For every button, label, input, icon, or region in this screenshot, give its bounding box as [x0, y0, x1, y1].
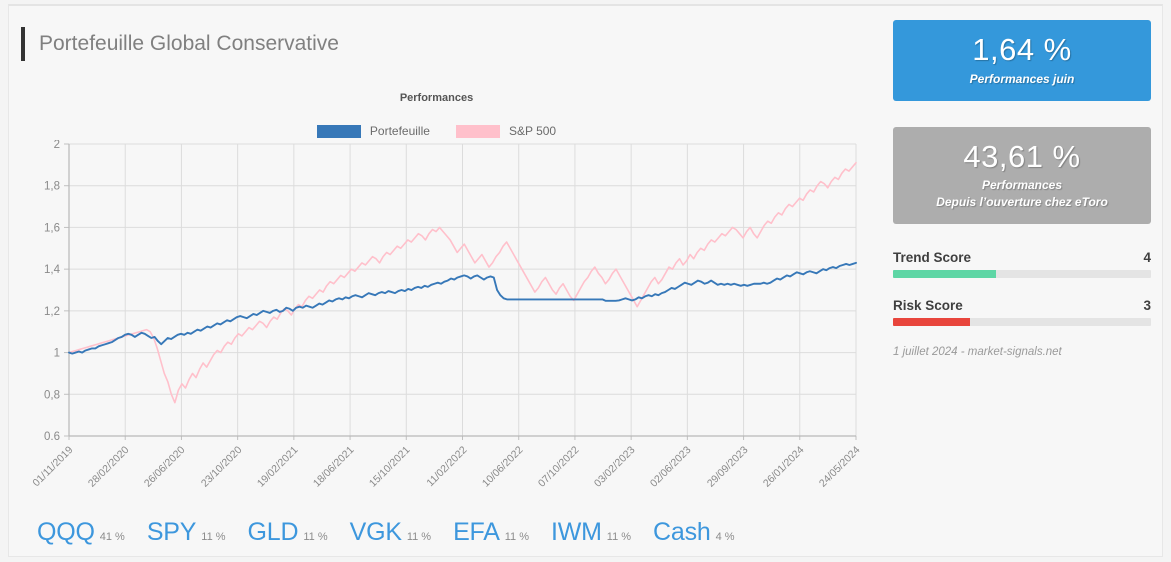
x-axis-label: 26/01/2024: [760, 444, 807, 490]
score-fill: [893, 317, 971, 326]
legend-swatch-portefeuille: [316, 124, 361, 138]
chart-x-axis-labels: 01/11/2019 28/02/2020 26/06/2020 23/10/2020…: [9, 440, 877, 530]
holding-ticker: SPY: [146, 518, 197, 546]
holding-item[interactable]: QQQ 41 %: [37, 518, 125, 547]
holding-weight: 11 %: [303, 531, 328, 543]
x-axis-label: 07/10/2022: [535, 444, 582, 490]
kpi-value: 1,64 %: [972, 32, 1072, 67]
holding-weight: 41 %: [99, 531, 125, 543]
y-axis-label: 1,6: [44, 222, 60, 234]
x-axis-label: 02/06/2023: [648, 444, 694, 490]
holding-weight: 11 %: [606, 531, 632, 543]
holding-weight: 4 %: [715, 531, 735, 543]
x-axis-label: 24/05/2024: [816, 444, 863, 490]
kpi-cards: 1,64 % Performances juin 43,61 % Performanc…: [893, 20, 1155, 224]
x-axis-label: 29/09/2023: [704, 444, 751, 490]
x-axis-label: 03/02/2023: [591, 444, 638, 490]
kpi-subtitle-line1: Performances: [981, 178, 1063, 193]
x-axis-label: 19/02/2021: [254, 444, 301, 490]
header: Portefeuille Global Conservative: [21, 22, 339, 66]
x-axis-label: 18/06/2021: [310, 444, 357, 490]
holding-ticker: Cash: [653, 518, 711, 546]
holding-weight: 11 %: [406, 531, 432, 543]
holding-ticker: VGK: [349, 518, 402, 546]
chart-legend: Portefeuille S&P 500: [9, 124, 864, 138]
dashboard-card: Portefeuille Global Conservative Perform…: [8, 4, 1163, 557]
score-track: [893, 317, 1151, 326]
x-axis-label: 10/06/2022: [479, 444, 526, 490]
score-value: 4: [1143, 249, 1151, 265]
y-axis-label: 1,4: [44, 264, 61, 276]
score-label: Risk Score: [893, 297, 963, 313]
kpi-subtitle: Performances juin: [899, 71, 1145, 87]
score-header: Trend Score 4: [893, 250, 1151, 265]
holding-item[interactable]: GLD 11 %: [248, 518, 328, 547]
chart-svg: 0,6 0,8 1 1,2 1,4 1,6 1,8 2: [44, 140, 857, 440]
y-axis-label: 1,2: [44, 306, 60, 318]
score-fill: [893, 269, 997, 278]
x-axis-label: 01/11/2019: [30, 444, 76, 490]
x-axis-label: 28/02/2020: [86, 444, 132, 490]
x-axis-label: 26/06/2020: [142, 444, 188, 490]
x-axis-label: 11/02/2022: [423, 444, 469, 490]
score-header: Risk Score 3: [893, 298, 1151, 313]
holding-item[interactable]: SPY 11 %: [147, 518, 226, 547]
kpi-subtitle: Performances Depuis l’ouverture chez eTor…: [899, 177, 1145, 209]
holding-item[interactable]: VGK 11 %: [350, 518, 431, 547]
y-axis-label: 0,6: [44, 431, 60, 440]
score-bars: Trend Score 4 Risk Score 3: [893, 250, 1155, 326]
holding-item[interactable]: Cash 4 %: [653, 518, 735, 547]
score-track: [893, 269, 1151, 278]
title-accent-bar: [21, 27, 25, 61]
score-risk: Risk Score 3: [893, 298, 1151, 326]
x-axis-label: 15/10/2021: [367, 444, 413, 490]
holding-item[interactable]: EFA 11 %: [453, 518, 529, 547]
legend-swatch-sp500: [455, 124, 500, 138]
holding-ticker: EFA: [453, 518, 500, 546]
legend-item-portefeuille[interactable]: Portefeuille: [316, 124, 430, 138]
kpi-subtitle-line2: Depuis l’ouverture chez eToro: [936, 194, 1108, 209]
kpi-subtitle-line1: Performances juin: [969, 71, 1075, 86]
holding-weight: 11 %: [201, 531, 226, 543]
holding-ticker: GLD: [247, 518, 299, 546]
y-axis-label: 1,8: [44, 181, 60, 193]
y-axis-label: 1: [54, 348, 60, 360]
holding-ticker: QQQ: [37, 518, 95, 546]
legend-label-sp500: S&P 500: [508, 124, 557, 138]
holding-ticker: IWM: [551, 518, 602, 546]
holding-weight: 11 %: [504, 531, 529, 543]
holding-item[interactable]: IWM 11 %: [551, 518, 631, 547]
chart-title: Performances: [399, 92, 474, 104]
x-axis-label: 23/10/2020: [198, 444, 245, 490]
holdings-list: QQQ 41 % SPY 11 % GLD 11 % VGK 11 % EFA 11 % IWM 11…: [37, 518, 735, 547]
y-axis-label: 0,8: [44, 389, 60, 401]
kpi-value: 43,61 %: [963, 138, 1081, 174]
kpi-card: 43,61 % Performances Depuis l’ouverture ch…: [893, 126, 1151, 224]
metrics-rail: 1,64 % Performances juin 43,61 % Performanc…: [893, 20, 1155, 358]
performance-chart: Performances Portefeuille S&P 500 0,6 0,8…: [9, 84, 879, 504]
y-axis-label: 2: [54, 140, 60, 151]
page-title: Portefeuille Global Conservative: [39, 32, 339, 55]
legend-label-portefeuille: Portefeuille: [369, 124, 430, 138]
legend-item-sp500[interactable]: S&P 500: [455, 124, 557, 138]
kpi-card: 1,64 % Performances juin: [893, 20, 1151, 101]
score-value: 3: [1143, 297, 1151, 313]
score-label: Trend Score: [893, 249, 972, 265]
footnote: 1 juillet 2024 - market-signals.net: [893, 345, 1062, 358]
chart-plot-area: 0,6 0,8 1 1,2 1,4 1,6 1,8 2: [9, 140, 877, 440]
score-trend: Trend Score 4: [893, 250, 1151, 278]
